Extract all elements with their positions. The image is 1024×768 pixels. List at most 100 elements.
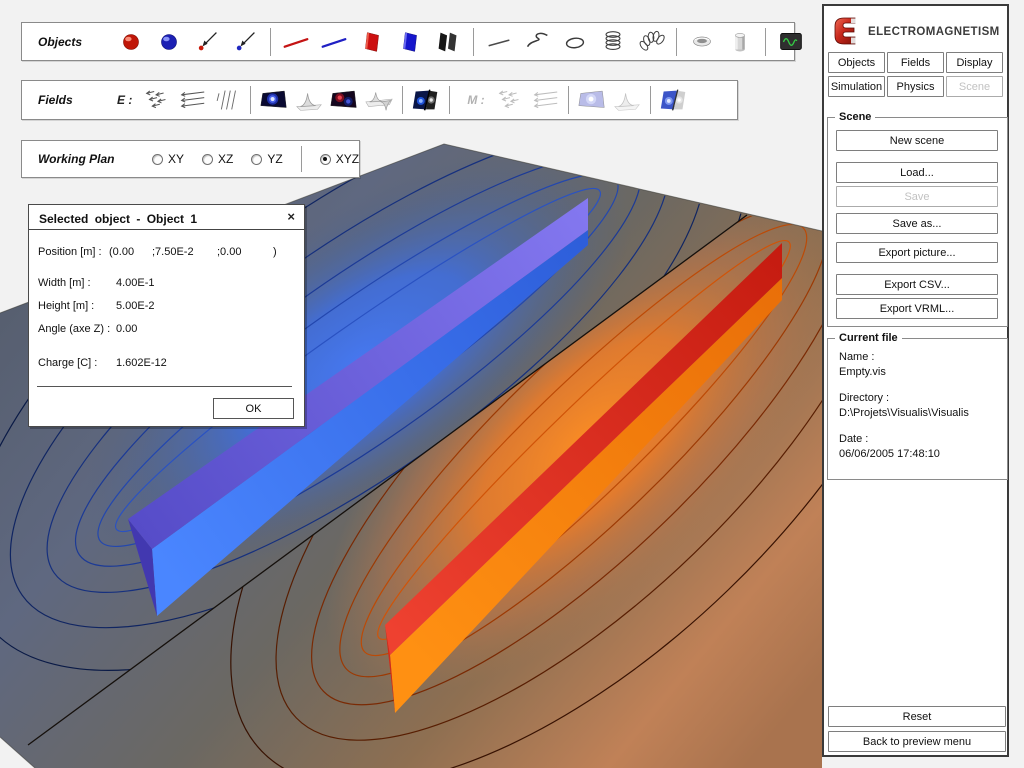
file-name-value: Empty.vis [839, 366, 886, 378]
physics-button[interactable]: Physics [887, 76, 944, 97]
charge-label: Charge [C] : [38, 357, 97, 369]
toolbar-separator [765, 28, 766, 56]
scene-group-label: Scene [835, 111, 875, 123]
fields-toolbar-label: Fields [38, 93, 104, 107]
oscilloscope-icon[interactable] [774, 27, 808, 57]
width-label: Width [m] : [38, 277, 91, 289]
e-field-map-icon[interactable] [328, 85, 360, 115]
radio-dot-icon [152, 154, 163, 165]
fields-button[interactable]: Fields [887, 52, 944, 73]
e-potential-surface-icon[interactable] [293, 85, 325, 115]
dialog-title-divider [29, 229, 304, 230]
reset-button[interactable]: Reset [828, 706, 1006, 727]
radio-dot-icon [320, 154, 331, 165]
radio-xyz[interactable]: XYZ [320, 152, 359, 166]
e-field-lines-icon[interactable] [176, 85, 208, 115]
export-vrml-button[interactable]: Export VRML... [836, 298, 998, 319]
load-button[interactable]: Load... [836, 162, 998, 183]
charge-value: 1.602E-12 [116, 357, 167, 369]
working-plan-toolbar: Working Plan XY XZ YZ XYZ [21, 140, 360, 178]
export-picture-button[interactable]: Export picture... [836, 242, 998, 263]
radio-label: XY [168, 152, 184, 166]
toolbar-separator [676, 28, 677, 56]
m-field-lines-icon[interactable] [529, 85, 561, 115]
current-file-group: Current file Name : Empty.vis Directory … [827, 338, 1008, 480]
capacitor-icon[interactable] [431, 27, 465, 57]
m-cut-plane-icon[interactable] [658, 85, 690, 115]
positive-point-charge-icon[interactable] [190, 27, 224, 57]
radio-dot-icon [202, 154, 213, 165]
working-plan-label: Working Plan [38, 152, 134, 166]
ok-button[interactable]: OK [213, 398, 294, 419]
position-label: Position [m] : [38, 246, 102, 258]
new-scene-button[interactable]: New scene [836, 130, 998, 151]
m-potential-map-icon[interactable] [576, 85, 608, 115]
file-directory-label: Directory : [839, 392, 889, 404]
radio-xz[interactable]: XZ [202, 152, 233, 166]
file-name-label: Name : [839, 351, 874, 363]
m-vectors-icon[interactable] [494, 85, 526, 115]
position-y-value: ;7.50E-2 [152, 246, 194, 258]
m-potential-surface-icon[interactable] [611, 85, 643, 115]
positive-sphere-icon[interactable] [114, 27, 148, 57]
objects-toolbar-label: Objects [38, 35, 110, 49]
radio-label: XYZ [336, 152, 359, 166]
toolbar-separator [250, 86, 251, 114]
radio-label: XZ [218, 152, 233, 166]
negative-point-charge-icon[interactable] [228, 27, 262, 57]
conductor-ring-icon[interactable] [685, 27, 719, 57]
display-button[interactable]: Display [946, 52, 1003, 73]
working-plan-separator [301, 146, 302, 172]
height-value: 5.00E-2 [116, 300, 155, 312]
close-icon[interactable]: × [287, 210, 295, 224]
radio-yz[interactable]: YZ [251, 152, 282, 166]
m-field-label: M : [467, 93, 484, 107]
export-csv-button[interactable]: Export CSV... [836, 274, 998, 295]
negative-plate-icon[interactable] [393, 27, 427, 57]
solenoid-icon[interactable] [596, 27, 630, 57]
height-label: Height [m] : [38, 300, 94, 312]
control-panel: ELECTROMAGNETISM ObjectsFieldsDisplay Si… [822, 4, 1009, 757]
fields-toolbar: Fields E : M : [21, 80, 738, 120]
e-field-surface-icon[interactable] [363, 85, 395, 115]
e-potential-map-icon[interactable] [258, 85, 290, 115]
e-vectors-icon[interactable] [141, 85, 173, 115]
conductor-cylinder-icon[interactable] [723, 27, 757, 57]
objects-toolbar: Objects [21, 22, 795, 61]
negative-line-icon[interactable] [317, 27, 351, 57]
app-logo-icon [834, 17, 860, 45]
angle-value: 0.00 [116, 323, 137, 335]
selected-object-dialog: Selected object - Object 1 × Position [m… [28, 204, 305, 427]
dialog-title: Selected object - Object 1 [39, 212, 197, 226]
toolbar-separator [650, 86, 651, 114]
back-to-preview-menu-button[interactable]: Back to preview menu [828, 731, 1006, 752]
radio-dot-icon [251, 154, 262, 165]
e-equipotentials-icon[interactable] [211, 85, 243, 115]
toolbar-separator [473, 28, 474, 56]
wire-segment-icon[interactable] [482, 27, 516, 57]
radio-label: YZ [267, 152, 282, 166]
toolbar-separator [568, 86, 569, 114]
position-z-value: ;0.00 [217, 246, 241, 258]
e-cut-plane-icon[interactable] [410, 85, 442, 115]
save-button: Save [836, 186, 998, 207]
positive-line-icon[interactable] [279, 27, 313, 57]
position-x-value: (0.00 [109, 246, 134, 258]
app-title: ELECTROMAGNETISM [868, 26, 1000, 38]
negative-sphere-icon[interactable] [152, 27, 186, 57]
e-field-label: E : [117, 93, 132, 107]
file-date-value: 06/06/2005 17:48:10 [839, 448, 940, 460]
curved-wire-icon[interactable] [520, 27, 554, 57]
current-loop-icon[interactable] [558, 27, 592, 57]
positive-plate-icon[interactable] [355, 27, 389, 57]
radio-xy[interactable]: XY [152, 152, 184, 166]
save-as-button[interactable]: Save as... [836, 213, 998, 234]
toolbar-separator [449, 86, 450, 114]
simulation-button[interactable]: Simulation [828, 76, 885, 97]
toroid-icon[interactable] [634, 27, 668, 57]
objects-button[interactable]: Objects [828, 52, 885, 73]
panel-nav-row-1: ObjectsFieldsDisplay [828, 52, 1003, 73]
current-file-group-label: Current file [835, 332, 902, 344]
file-date-label: Date : [839, 433, 868, 445]
scene-button: Scene [946, 76, 1003, 97]
